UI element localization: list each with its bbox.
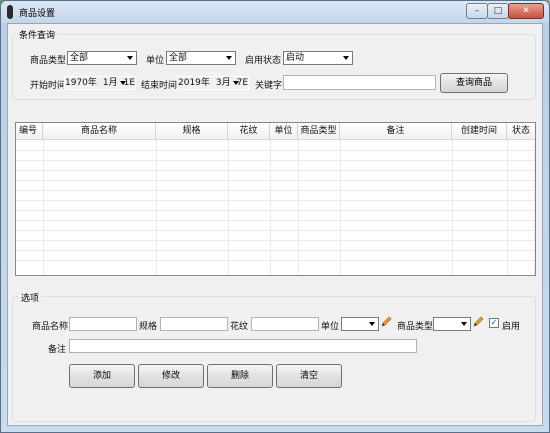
- col-header-pattern[interactable]: 花纹: [228, 123, 270, 140]
- grid-divider: [16, 170, 535, 171]
- keyword-label: 关键字: [255, 81, 283, 91]
- spec-label: 规格: [139, 322, 158, 332]
- window-title: 商品设置: [19, 9, 56, 19]
- end-year: 2019年: [178, 78, 210, 88]
- grid-divider: [16, 220, 535, 221]
- remark-label: 备注: [48, 345, 67, 355]
- start-time-label: 开始时间: [30, 81, 67, 91]
- grid-divider: [16, 240, 535, 241]
- status-label: 启用状态: [245, 56, 282, 66]
- chevron-down-icon: [369, 322, 375, 326]
- category-select[interactable]: 全部: [67, 51, 137, 65]
- category-label: 商品类型: [30, 56, 67, 66]
- grid-divider: [16, 210, 535, 211]
- goods-table[interactable]: 编号 商品名称 规格 花纹 单位 商品类型 备注 创建时间 状态: [15, 122, 536, 276]
- table-header: 编号 商品名称 规格 花纹 单位 商品类型 备注 创建时间 状态: [16, 123, 535, 140]
- options-legend: 选项: [18, 291, 43, 304]
- grid-divider: [16, 260, 535, 261]
- end-date-picker[interactable]: 2019年 3月 7E: [177, 76, 249, 90]
- grid-divider: [16, 150, 535, 151]
- clear-button[interactable]: 清空: [276, 364, 342, 388]
- pattern-input[interactable]: [251, 317, 319, 331]
- add-button[interactable]: 添加: [69, 364, 135, 388]
- query-legend: 条件查询: [16, 28, 59, 41]
- delete-button[interactable]: 删除: [207, 364, 273, 388]
- chevron-down-icon: [120, 81, 126, 85]
- col-header-category[interactable]: 商品类型: [298, 123, 340, 140]
- end-time-label: 结束时间: [141, 81, 178, 91]
- pattern-label: 花纹: [230, 322, 249, 332]
- col-header-status[interactable]: 状态: [507, 123, 535, 140]
- col-header-created[interactable]: 创建时间: [452, 123, 507, 140]
- start-year: 1970年: [65, 78, 97, 88]
- maximize-button[interactable]: □: [487, 3, 509, 19]
- unit-label: 单位: [146, 56, 165, 66]
- edit-button[interactable]: 修改: [138, 364, 204, 388]
- close-button[interactable]: ✕: [508, 3, 544, 19]
- enable-checkbox[interactable]: ✓: [489, 318, 499, 328]
- enable-label: 启用: [502, 322, 521, 332]
- chevron-down-icon: [233, 81, 239, 85]
- col-header-name[interactable]: 商品名称: [43, 123, 156, 140]
- grid-divider: [16, 230, 535, 231]
- category-label: 商品类型: [397, 322, 434, 332]
- spec-input[interactable]: [160, 317, 228, 331]
- edit-category-icon[interactable]: [472, 316, 484, 328]
- grid-divider: [16, 190, 535, 191]
- category-select[interactable]: [433, 317, 471, 331]
- chevron-down-icon: [226, 56, 232, 60]
- col-header-id[interactable]: 编号: [16, 123, 43, 140]
- col-header-remark[interactable]: 备注: [340, 123, 452, 140]
- col-header-unit[interactable]: 单位: [270, 123, 298, 140]
- remark-input[interactable]: [69, 339, 417, 353]
- col-header-spec[interactable]: 规格: [156, 123, 228, 140]
- name-label: 商品名称: [32, 322, 69, 332]
- grid-divider: [16, 160, 535, 161]
- client-area: 条件查询 商品类型 全部 单位 全部 启用状态 启动 开始时间 1970年 1月 1…: [7, 23, 543, 426]
- app-icon: [7, 5, 13, 19]
- start-month: 1月: [102, 78, 118, 88]
- chevron-down-icon: [127, 56, 133, 60]
- options-group: [12, 296, 536, 422]
- name-input[interactable]: [69, 317, 137, 331]
- chevron-down-icon: [343, 56, 349, 60]
- grid-divider: [16, 180, 535, 181]
- grid-divider: [16, 250, 535, 251]
- keyword-input[interactable]: [283, 75, 436, 90]
- end-month: 3月: [215, 78, 231, 88]
- status-select[interactable]: 启动: [283, 51, 353, 65]
- chevron-down-icon: [461, 322, 467, 326]
- unit-select[interactable]: 全部: [166, 51, 236, 65]
- unit-select[interactable]: [341, 317, 379, 331]
- app-window: 商品设置 – □ ✕ 条件查询 商品类型 全部 单位 全部 启用状态 启动 开始…: [0, 0, 550, 433]
- title-bar[interactable]: 商品设置 – □ ✕: [1, 1, 549, 23]
- start-date-picker[interactable]: 1970年 1月 1E: [64, 76, 136, 90]
- edit-unit-icon[interactable]: [380, 316, 392, 328]
- minimize-button[interactable]: –: [466, 3, 488, 19]
- search-goods-button[interactable]: 查询商品: [440, 73, 508, 93]
- grid-divider: [16, 200, 535, 201]
- unit-label: 单位: [321, 322, 340, 332]
